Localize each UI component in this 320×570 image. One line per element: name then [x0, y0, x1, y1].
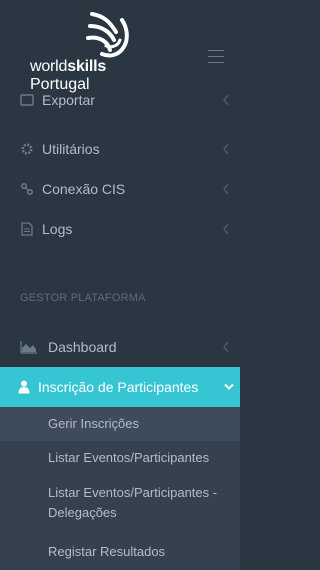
user-icon	[18, 380, 30, 394]
export-icon	[20, 93, 34, 107]
sidebar-item-label: Exportar	[42, 92, 95, 108]
section-header-gestor-plataforma: GESTOR PLATAFORMA	[20, 292, 146, 304]
sidebar-item-label: Dashboard	[48, 339, 117, 355]
file-icon	[20, 222, 34, 236]
sidebar-item-inscricao-de-participantes[interactable]: Inscrição de Participantes	[0, 367, 240, 407]
sidebar-item-dashboard[interactable]: Dashboard	[0, 327, 240, 367]
sidebar-item-label: Utilitários	[42, 141, 100, 157]
submenu-item-gerir-inscricoes[interactable]: Gerir Inscrições	[0, 407, 240, 441]
submenu-item-label: Registar Resultados	[48, 544, 166, 559]
submenu-inscricao: Gerir Inscrições Listar Eventos/Particip…	[0, 407, 240, 570]
sidebar-item-exportar[interactable]: Exportar	[0, 88, 240, 112]
gear-icon	[20, 142, 34, 156]
sidebar-item-conexao-cis[interactable]: Conexão CIS	[0, 169, 240, 209]
sidebar-item-label: Logs	[42, 221, 73, 237]
submenu-item-registar-resultados[interactable]: Registar Resultados	[0, 535, 240, 569]
worldskills-hands-logo-icon	[86, 12, 129, 58]
submenu-item-label: Listar Eventos/Participantes - Delegaçõe…	[48, 485, 218, 520]
chevron-left-icon	[223, 223, 229, 235]
logo-text-worldskills: worldskills	[30, 58, 107, 75]
submenu-item-label: Listar Eventos/Participantes	[48, 450, 210, 465]
chevron-down-icon	[224, 383, 234, 390]
chevron-left-icon	[223, 94, 229, 106]
submenu-item-listar-eventos-participantes-delegacoes[interactable]: Listar Eventos/Participantes - Delegaçõe…	[0, 475, 240, 533]
chevron-left-icon	[223, 183, 229, 195]
sidebar-item-utilitarios[interactable]: Utilitários	[0, 129, 240, 169]
hamburger-menu-icon[interactable]	[208, 50, 224, 64]
chart-area-icon	[20, 340, 38, 354]
worldskills-portugal-logo[interactable]: worldskills Portugal	[30, 10, 140, 95]
submenu-item-listar-eventos-participantes[interactable]: Listar Eventos/Participantes	[0, 441, 240, 475]
chevron-left-icon	[223, 341, 229, 353]
sidebar-item-label: Inscrição de Participantes	[38, 379, 199, 395]
sidebar-item-label: Conexão CIS	[42, 181, 126, 197]
chevron-left-icon	[223, 143, 229, 155]
submenu-item-label: Gerir Inscrições	[48, 416, 140, 431]
sidebar-item-logs[interactable]: Logs	[0, 209, 240, 249]
link-icon	[20, 182, 34, 196]
sidebar-header: worldskills Portugal	[0, 0, 240, 100]
